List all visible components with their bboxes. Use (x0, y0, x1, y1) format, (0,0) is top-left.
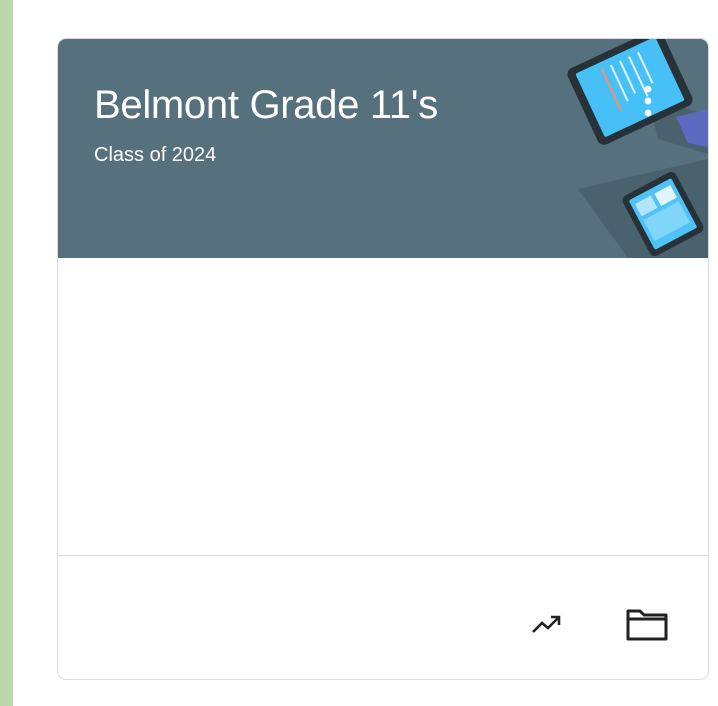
class-card-header: Belmont Grade 11's Class of 2024 (58, 39, 708, 258)
drive-folder-button[interactable] (623, 600, 671, 648)
class-title[interactable]: Belmont Grade 11's (94, 79, 438, 131)
class-section[interactable]: Class of 2024 (94, 142, 216, 168)
class-card-body (58, 258, 708, 556)
header-illustration (567, 39, 708, 258)
page-background: Belmont Grade 11's Class of 2024 (13, 0, 718, 706)
trending-up-icon (532, 615, 561, 633)
more-options-button[interactable] (634, 83, 662, 119)
class-card: Belmont Grade 11's Class of 2024 (57, 38, 709, 680)
gradebook-button[interactable] (523, 600, 571, 648)
folder-icon (626, 609, 668, 641)
more-vert-icon (644, 85, 652, 117)
class-card-actions (58, 556, 708, 679)
